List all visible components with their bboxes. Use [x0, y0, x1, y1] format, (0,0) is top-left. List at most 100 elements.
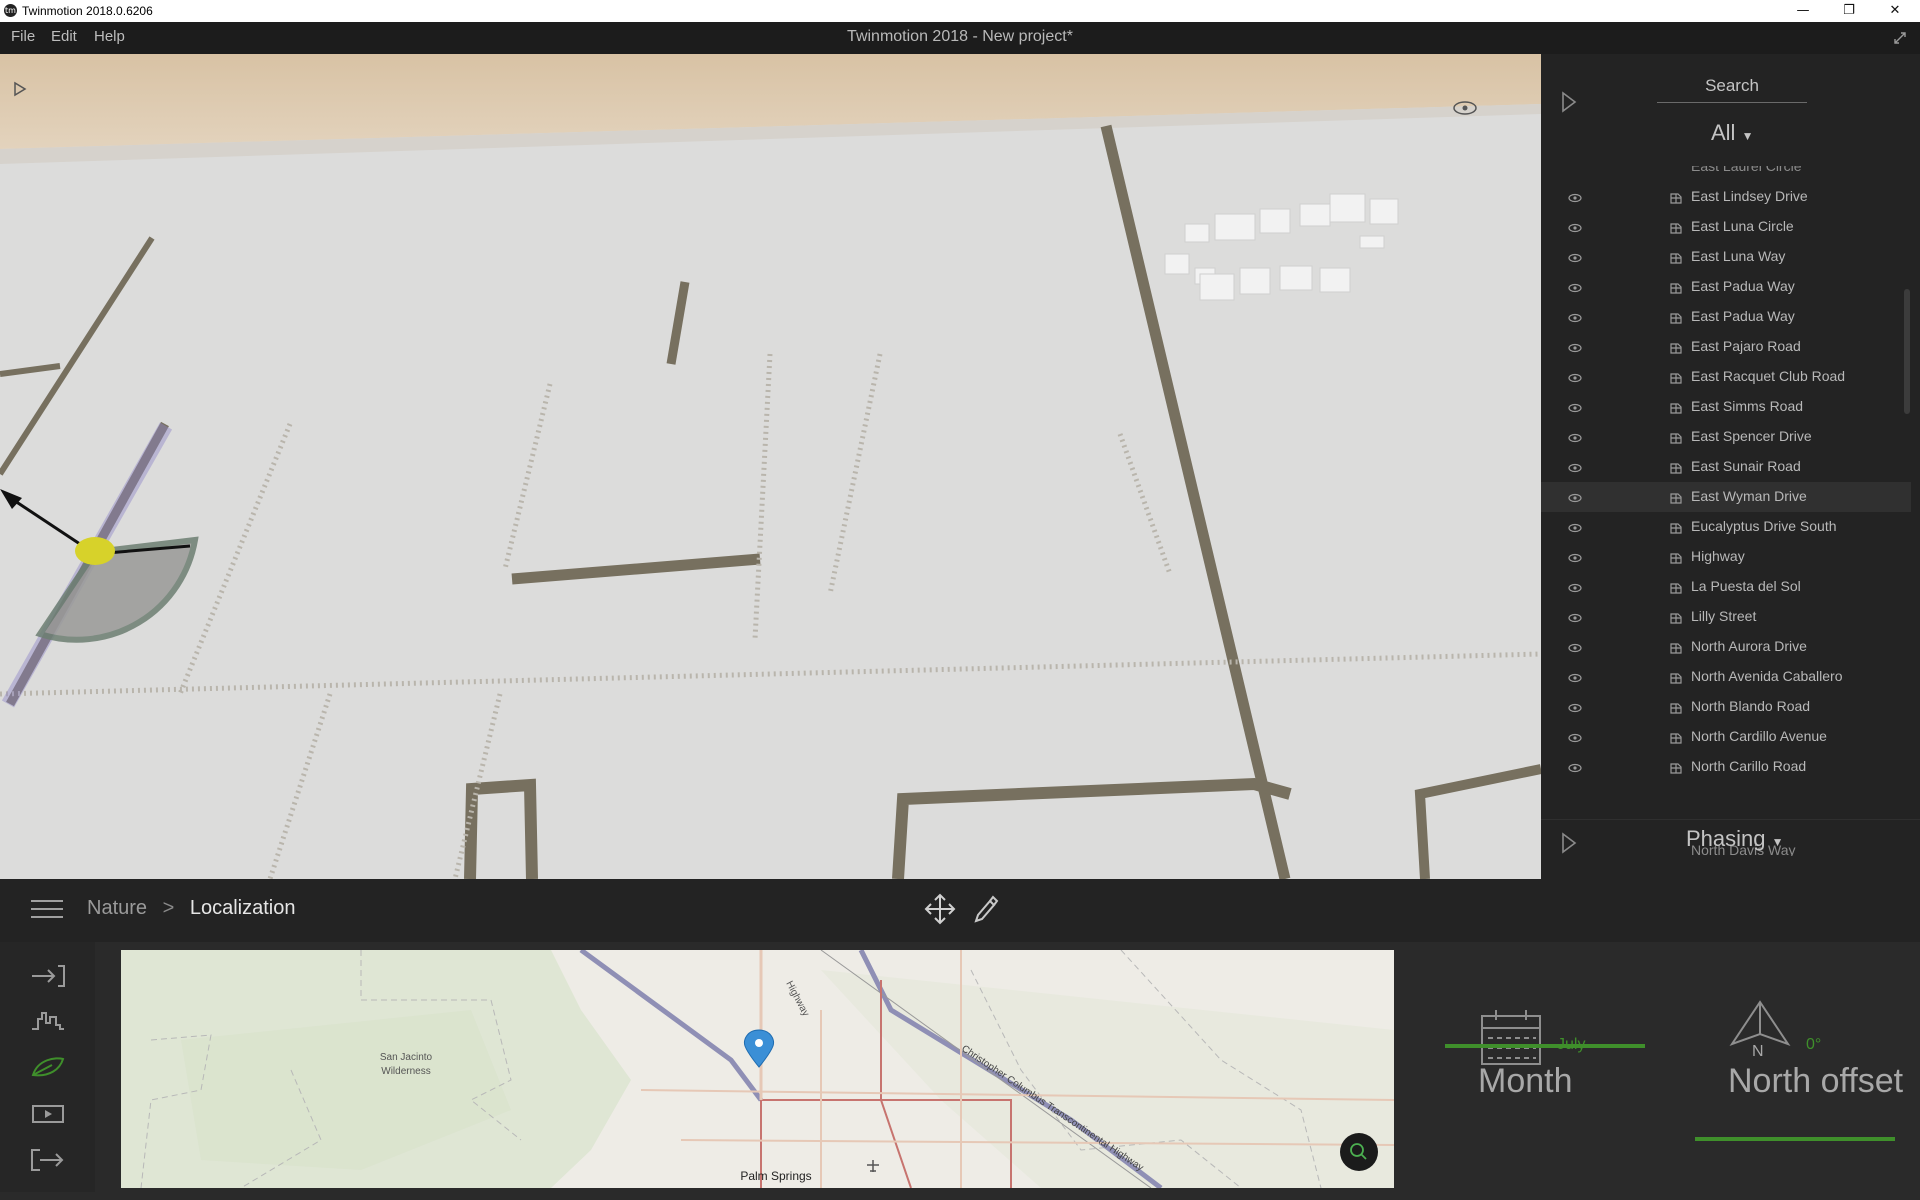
list-item-label: East Padua Way — [1691, 278, 1795, 294]
search-underline — [1657, 102, 1807, 103]
3d-viewport[interactable] — [0, 54, 1541, 879]
list-item[interactable]: Highway — [1541, 542, 1911, 572]
north-offset-setting[interactable]: N 0° North offset — [1690, 1000, 1920, 1150]
visibility-eye-icon[interactable] — [1568, 550, 1582, 564]
list-item-label: East Lindsey Drive — [1691, 188, 1808, 204]
list-item[interactable]: East Wyman Drive — [1541, 482, 1911, 512]
visibility-eye-icon[interactable] — [1568, 280, 1582, 294]
list-item[interactable]: East Sunair Road — [1541, 452, 1911, 482]
panel-collapse-icon[interactable] — [1561, 91, 1577, 113]
visibility-eye-icon[interactable] — [1568, 640, 1582, 654]
chevron-down-icon: ▼ — [1741, 129, 1754, 143]
month-slider-track[interactable] — [1445, 1044, 1645, 1048]
list-item[interactable]: Lilly Street — [1541, 602, 1911, 632]
import-icon[interactable] — [30, 964, 66, 988]
visibility-eye-icon[interactable] — [1568, 730, 1582, 744]
breadcrumb-item-nature[interactable]: Nature — [87, 897, 147, 919]
scene-graph-panel: Search All ▼ East Laurel Circle East Lin… — [1541, 54, 1920, 879]
visibility-eye-icon[interactable] — [1568, 670, 1582, 684]
road-object-icon — [1669, 430, 1683, 444]
visibility-eye-icon[interactable] — [1568, 220, 1582, 234]
list-item[interactable]: East Luna Way — [1541, 242, 1911, 272]
list-item[interactable]: East Racquet Club Road — [1541, 362, 1911, 392]
map-canvas: Highway Christopher Columbus Transcontin… — [121, 950, 1394, 1188]
mode-sidebar — [0, 942, 95, 1192]
menu-help[interactable]: Help — [94, 28, 125, 45]
visibility-eye-icon[interactable] — [1568, 580, 1582, 594]
list-item-label: East Pajaro Road — [1691, 338, 1801, 354]
maximize-button[interactable]: ❐ — [1826, 0, 1872, 22]
breadcrumb-item-localization[interactable]: Localization — [190, 897, 296, 919]
list-item[interactable]: North Avenida Caballero — [1541, 662, 1911, 692]
visibility-eye-icon[interactable] — [1568, 490, 1582, 504]
road-object-icon — [1669, 610, 1683, 624]
visibility-eye-icon[interactable] — [1568, 430, 1582, 444]
visibility-eye-icon[interactable] — [1568, 700, 1582, 714]
list-scrollbar[interactable] — [1904, 289, 1910, 414]
list-item[interactable]: North Aurora Drive — [1541, 632, 1911, 662]
eyedropper-icon[interactable] — [972, 893, 1000, 925]
list-item-label: East Luna Circle — [1691, 218, 1794, 234]
list-item[interactable]: East Simms Road — [1541, 392, 1911, 422]
visibility-eye-icon[interactable] — [1568, 520, 1582, 534]
map-search-button[interactable] — [1340, 1133, 1378, 1171]
list-item-label: Highway — [1691, 548, 1745, 564]
road-object-icon — [1669, 760, 1683, 774]
visibility-eye-icon[interactable] — [1568, 760, 1582, 774]
move-tool-icon[interactable] — [924, 893, 956, 925]
list-item[interactable]: North Carillo Road — [1541, 752, 1911, 782]
visibility-eye-icon[interactable] — [1568, 250, 1582, 264]
list-item-label: East Racquet Club Road — [1691, 368, 1846, 384]
menu-edit[interactable]: Edit — [51, 28, 77, 45]
nature-leaf-icon[interactable] — [30, 1055, 66, 1079]
list-item[interactable]: East Lindsey Drive — [1541, 182, 1911, 212]
hamburger-menu-icon[interactable] — [29, 898, 65, 920]
list-item[interactable]: East Laurel Circle — [1541, 166, 1911, 182]
road-object-icon — [1669, 730, 1683, 744]
road-object-icon — [1669, 190, 1683, 204]
list-item[interactable]: North Blando Road — [1541, 692, 1911, 722]
minimize-button[interactable]: — — [1780, 0, 1826, 22]
road-object-icon — [1669, 520, 1683, 534]
twinmotion-logo-icon: tm — [4, 4, 17, 17]
location-map[interactable]: Highway Christopher Columbus Transcontin… — [121, 950, 1394, 1188]
month-setting[interactable]: July Month — [1440, 1000, 1680, 1120]
north-offset-value: 0° — [1806, 1036, 1822, 1053]
list-item[interactable]: East Padua Way — [1541, 272, 1911, 302]
list-item-label: La Puesta del Sol — [1691, 578, 1801, 594]
road-object-icon — [1669, 340, 1683, 354]
list-item[interactable]: East Pajaro Road — [1541, 332, 1911, 362]
visibility-eye-icon[interactable] — [1568, 610, 1582, 624]
list-item[interactable]: La Puesta del Sol — [1541, 572, 1911, 602]
phasing-expand-icon[interactable] — [1561, 832, 1577, 854]
close-button[interactable]: ✕ — [1872, 0, 1918, 22]
media-icon[interactable] — [30, 1102, 66, 1126]
search-field[interactable]: Search — [1657, 76, 1807, 96]
list-item-label: East Simms Road — [1691, 398, 1804, 414]
list-item[interactable]: North Cardillo Avenue — [1541, 722, 1911, 752]
list-item[interactable]: East Spencer Drive — [1541, 422, 1911, 452]
visibility-eye-icon[interactable] — [1568, 400, 1582, 414]
landscape-icon[interactable] — [30, 1009, 66, 1033]
breadcrumb: Nature > Localization — [87, 897, 295, 920]
export-icon[interactable] — [30, 1148, 66, 1172]
list-item[interactable]: East Padua Way — [1541, 302, 1911, 332]
visibility-eye-icon[interactable] — [1568, 340, 1582, 354]
list-item-label: East Luna Way — [1691, 248, 1786, 264]
month-value: July — [1557, 1036, 1586, 1053]
visibility-eye-icon[interactable] — [1568, 460, 1582, 474]
visibility-eye-icon[interactable] — [1568, 370, 1582, 384]
menu-file[interactable]: File — [11, 28, 35, 45]
list-item[interactable]: Eucalyptus Drive South — [1541, 512, 1911, 542]
phasing-dropdown[interactable]: Phasing ▼ — [1686, 826, 1784, 852]
road-object-icon — [1669, 250, 1683, 264]
toolbar: Nature > Localization — [0, 879, 1920, 942]
visibility-eye-icon[interactable] — [1568, 310, 1582, 324]
expand-icon[interactable] — [1892, 30, 1908, 46]
list-item-label: North Carillo Road — [1691, 758, 1807, 774]
road-object-icon — [1669, 580, 1683, 594]
visibility-eye-icon[interactable] — [1568, 190, 1582, 204]
north-offset-slider[interactable] — [1695, 1137, 1895, 1141]
list-item[interactable]: East Luna Circle — [1541, 212, 1911, 242]
filter-dropdown[interactable]: All ▼ — [1711, 120, 1753, 146]
